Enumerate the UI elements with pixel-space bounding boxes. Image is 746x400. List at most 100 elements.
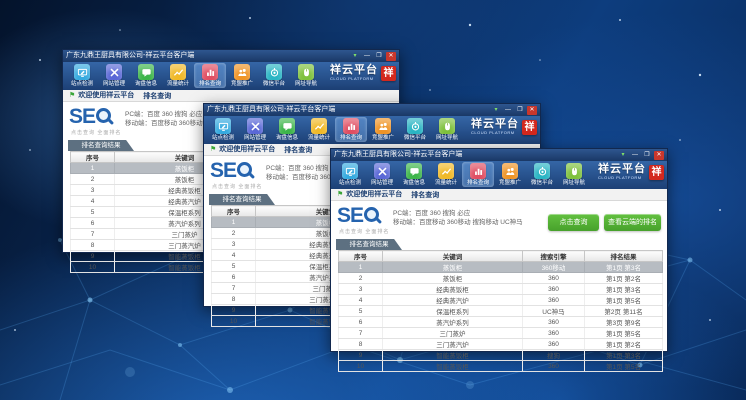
column-header: 序号: [339, 251, 383, 262]
toolbar-item-chat[interactable]: 询盘信息: [271, 117, 303, 142]
brand-logo: 祥云平台 CLOUD PLATFORM 祥: [330, 65, 396, 81]
toolbar-item-target[interactable]: 微信平台: [526, 162, 558, 187]
maximize-icon[interactable]: ❐: [642, 151, 652, 160]
table-cell: 4: [71, 196, 115, 207]
toolbar-item-people[interactable]: 竞盟推广: [367, 117, 399, 142]
toolbar-item-label: 竞盟推广: [231, 80, 253, 87]
toolbar-item-line-chart[interactable]: 流量统计: [430, 162, 462, 187]
toolbar-item-chat[interactable]: 询盘信息: [130, 63, 162, 88]
table-row[interactable]: 10智能蒸饭柜360第1页 第5名: [339, 361, 663, 372]
table-cell: 360: [523, 317, 585, 328]
welcome-text: 欢迎使用祥云平台: [78, 90, 134, 102]
table-row[interactable]: 9智能蒸饭柜搜狗第1页 第3名: [339, 350, 663, 361]
flag-icon: ⚑: [210, 144, 216, 156]
toolbar-item-chat[interactable]: 询盘信息: [398, 162, 430, 187]
table-row[interactable]: 8三门蒸汽炉360第1页 第2名: [339, 339, 663, 350]
table-cell: 经典蒸汽炉: [383, 295, 523, 306]
bar-chart-icon: [202, 64, 218, 80]
toolbar-item-label: 站点检测: [212, 134, 234, 141]
table-cell: UC神马: [523, 306, 585, 317]
current-section-label: 排名查询: [284, 145, 312, 155]
table-cell: 第1页 第5名: [585, 328, 663, 339]
table-cell: 360: [523, 328, 585, 339]
breadcrumb: ⚑ 欢迎使用祥云平台 排名查询: [331, 189, 667, 201]
tab-results[interactable]: 排名查询结果: [209, 194, 275, 205]
toolbar-item-people[interactable]: 竞盟推广: [494, 162, 526, 187]
flag-icon: ⚑: [69, 90, 75, 102]
toolbar-item-tools[interactable]: 网站管理: [239, 117, 271, 142]
close-icon[interactable]: ✕: [386, 52, 396, 61]
table-cell: 第3页 第9名: [585, 317, 663, 328]
close-icon[interactable]: ✕: [527, 106, 537, 115]
welcome-text: 欢迎使用祥云平台: [346, 189, 402, 201]
table-cell: 4: [212, 250, 256, 261]
window-title: 广东九鼎王厨具有限公司-祥云平台客户端: [334, 149, 618, 161]
table-row[interactable]: 2蒸饭柜360第1页 第2名: [339, 273, 663, 284]
skin-menu-icon[interactable]: ▾: [350, 52, 360, 61]
chat-icon: [279, 118, 295, 134]
people-icon: [375, 118, 391, 134]
column-header: 序号: [212, 206, 256, 217]
toolbar-item-label: 网址导航: [563, 179, 585, 186]
table-row[interactable]: 5保温柜系列UC神马第2页 第11名: [339, 306, 663, 317]
table-cell: 第1页 第3名: [585, 350, 663, 361]
maximize-icon[interactable]: ❐: [515, 106, 525, 115]
skin-menu-icon[interactable]: ▾: [618, 151, 628, 160]
table-row[interactable]: 3经典蒸饭柜360第1页 第3名: [339, 284, 663, 295]
skin-menu-icon[interactable]: ▾: [491, 106, 501, 115]
toolbar-item-label: 排名查询: [467, 179, 489, 186]
minimize-icon[interactable]: —: [503, 106, 513, 115]
toolbar-item-target[interactable]: 微信平台: [399, 117, 431, 142]
toolbar-item-mouse[interactable]: 网址导航: [290, 63, 322, 88]
toolbar-item-target[interactable]: 微信平台: [258, 63, 290, 88]
chat-icon: [406, 163, 422, 179]
current-section-label: 排名查询: [143, 91, 171, 101]
table-cell: 360: [523, 284, 585, 295]
table-row[interactable]: 1蒸饭柜360移动第1页 第3名: [339, 262, 663, 273]
toolbar-item-mouse[interactable]: 网址导航: [558, 162, 590, 187]
table-cell: 360: [523, 339, 585, 350]
table-cell: 第1页 第5名: [585, 295, 663, 306]
maximize-icon[interactable]: ❐: [374, 52, 384, 61]
toolbar-item-line-chart[interactable]: 流量统计: [162, 63, 194, 88]
table-cell: 蒸汽炉系列: [383, 317, 523, 328]
toolbar-item-bar-chart[interactable]: 排名查询: [462, 162, 494, 187]
mouse-icon: [298, 64, 314, 80]
toolbar-item-label: 询盘信息: [403, 179, 425, 186]
table-cell: 三门蒸炉: [383, 328, 523, 339]
minimize-icon[interactable]: —: [630, 151, 640, 160]
toolbar-item-tools[interactable]: 网站管理: [98, 63, 130, 88]
toolbar-item-monitor[interactable]: 站点检测: [207, 117, 239, 142]
tab-results[interactable]: 排名查询结果: [68, 140, 134, 151]
toolbar-item-tools[interactable]: 网站管理: [366, 162, 398, 187]
toolbar-item-bar-chart[interactable]: 排名查询: [335, 117, 367, 142]
toolbar-item-people[interactable]: 竞盟推广: [226, 63, 258, 88]
table-cell: 8: [212, 294, 256, 305]
table-cell: 360: [523, 361, 585, 372]
people-icon: [502, 163, 518, 179]
window-titlebar[interactable]: 广东九鼎王厨具有限公司-祥云平台客户端 ▾ — ❐ ✕: [331, 149, 667, 161]
tools-icon: [106, 64, 122, 80]
cloud-rank-button[interactable]: 查看云端的排名: [604, 214, 661, 231]
toolbar-item-mouse[interactable]: 网址导航: [431, 117, 463, 142]
minimize-icon[interactable]: —: [362, 52, 372, 61]
tab-results[interactable]: 排名查询结果: [336, 239, 402, 250]
brand-seal-icon: 祥: [522, 120, 537, 135]
column-header: 关键词: [383, 251, 523, 262]
toolbar-item-bar-chart[interactable]: 排名查询: [194, 63, 226, 88]
toolbar-item-line-chart[interactable]: 流量统计: [303, 117, 335, 142]
brand-logo: 祥云平台 CLOUD PLATFORM 祥: [598, 164, 664, 180]
table-cell: 8: [339, 339, 383, 350]
table-cell: 1: [339, 262, 383, 273]
toolbar-item-monitor[interactable]: 站点检测: [66, 63, 98, 88]
table-row[interactable]: 6蒸汽炉系列360第3页 第9名: [339, 317, 663, 328]
toolbar-item-monitor[interactable]: 站点检测: [334, 162, 366, 187]
window-titlebar[interactable]: 广东九鼎王厨具有限公司-祥云平台客户端 ▾ — ❐ ✕: [63, 50, 399, 62]
close-icon[interactable]: ✕: [654, 151, 664, 160]
table-cell: 7: [212, 283, 256, 294]
table-row[interactable]: 7三门蒸炉360第1页 第5名: [339, 328, 663, 339]
query-button[interactable]: 点击查询: [548, 214, 599, 231]
window-titlebar[interactable]: 广东九鼎王厨具有限公司-祥云平台客户端 ▾ — ❐ ✕: [204, 104, 540, 116]
target-icon: [407, 118, 423, 134]
table-row[interactable]: 4经典蒸汽炉360第1页 第5名: [339, 295, 663, 306]
